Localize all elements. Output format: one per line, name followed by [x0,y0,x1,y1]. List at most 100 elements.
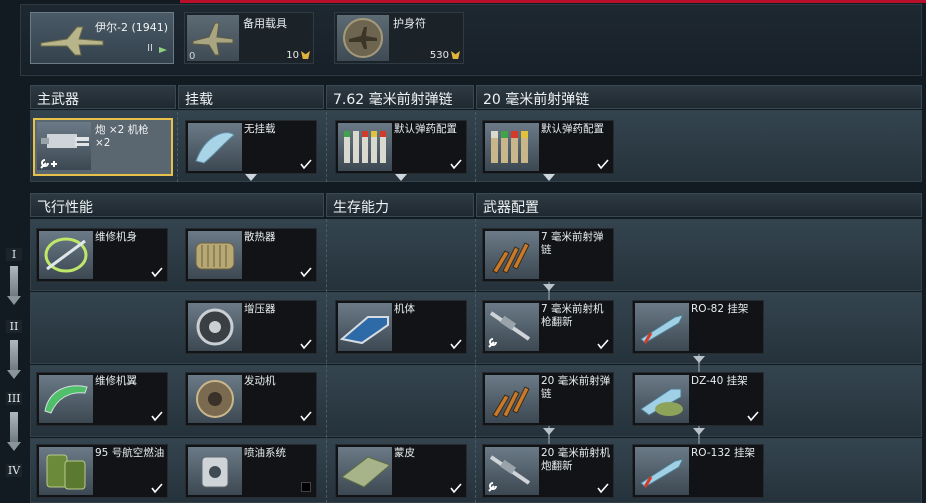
golden-eagle-icon [451,51,460,59]
check-icon [300,339,312,350]
column-divider [177,112,178,182]
wrench-icon [488,338,497,348]
module-injection-system[interactable]: 喷油系统 [185,444,317,498]
spare-vehicle-item[interactable]: 备用载具 0 10 [184,12,314,64]
module-20mm-cannon-upgrade[interactable]: 20 毫米前射机炮翻新 [482,444,614,498]
tier-label-1: I [6,248,22,261]
injector-icon [188,447,242,495]
module-label: 发动机 [244,375,276,387]
tier-arrow-icon [7,296,21,305]
column-divider [326,112,327,182]
check-icon [747,411,759,422]
talisman-item[interactable]: 护身符 530 [334,12,464,64]
airframe-icon [338,303,392,351]
module-20mm-belt[interactable]: 20 毫米前射弹链 [482,372,614,426]
belt-762-slot[interactable]: 默认弹药配置 [335,120,467,174]
connector-arrow-icon [693,428,705,435]
check-icon [450,159,462,170]
tier-arrow-icon [7,370,21,379]
tier-row-2 [30,292,922,364]
primary-weapon-slot[interactable]: 炮 ×2 机枪 ×2 [33,118,173,176]
tier-progress-bar [10,266,18,296]
module-ro132-mount[interactable]: RO-132 挂架 [632,444,764,498]
check-icon [300,411,312,422]
tier-label-3: III [6,392,22,405]
module-label: 20 毫米前射机炮翻新 [541,447,611,472]
spare-vehicle-cost: 10 [286,50,299,61]
check-icon [151,411,163,422]
belt-20mm-label: 默认弹药配置 [541,123,604,135]
secondary-slot[interactable]: 无挂载 [185,120,317,174]
dropdown-arrow-icon[interactable] [395,174,407,181]
spare-vehicle-label: 备用载具 [243,17,287,30]
module-label: 7 毫米前射机枪翻新 [541,303,604,328]
column-divider [475,219,476,503]
spare-vehicle-count: 0 [189,51,196,62]
check-icon [300,159,312,170]
compressor-icon [188,303,242,351]
module-skin[interactable]: 蒙皮 [335,444,467,498]
header-20mm-belt: 20 毫米前射弹链 [476,85,922,109]
module-label: 20 毫米前射弹链 [541,375,611,400]
check-icon [151,267,163,278]
header-flight-performance: 飞行性能 [30,193,324,217]
skin-panel-icon [338,447,392,495]
header-primary-weapon: 主武器 [30,85,176,109]
module-label: DZ-40 挂架 [691,375,748,387]
vehicle-rank: II [147,43,153,54]
module-label: RO-82 挂架 [691,303,749,315]
module-compressor[interactable]: 增压器 [185,300,317,354]
module-label: 喷油系统 [244,447,286,459]
module-7mm-belt[interactable]: 7 毫米前射弹链 [482,228,614,282]
ammo-belt-icon [338,123,392,171]
module-wing-repair[interactable]: 维修机翼 [36,372,168,426]
module-airframe[interactable]: 机体 [335,300,467,354]
module-95-octane-fuel[interactable]: 95 号航空燃油 [36,444,168,498]
talisman-label: 护身符 [393,17,426,30]
module-label: 蒙皮 [394,447,415,459]
bomb-rack-icon [635,375,689,423]
tier-progress-bar [10,340,18,370]
header-weaponry: 武器配置 [476,193,922,217]
module-ro82-mount[interactable]: RO-82 挂架 [632,300,764,354]
module-label: RO-132 挂架 [691,447,756,459]
bullets-icon [485,231,539,279]
connector-arrow-icon [543,284,555,291]
module-label: 机体 [394,303,415,315]
check-icon [151,483,163,494]
talisman-cost: 530 [429,50,449,61]
rocket-icon [635,303,689,351]
connector-arrow-icon [693,356,705,363]
fuselage-repair-icon [39,231,93,279]
header-762-belt: 7.62 毫米前射弹链 [326,85,474,109]
top-accent-line [180,0,926,3]
check-icon [450,483,462,494]
module-engine[interactable]: 发动机 [185,372,317,426]
primary-weapon-label: 炮 ×2 机枪 ×2 [95,124,149,149]
header-survivability: 生存能力 [326,193,474,217]
module-fuselage-repair[interactable]: 维修机身 [36,228,168,282]
module-label: 散热器 [244,231,276,243]
rocket-icon [635,447,689,495]
module-radiator[interactable]: 散热器 [185,228,317,282]
check-icon [597,159,609,170]
ammo-belt-icon [485,123,539,171]
secondary-label: 无挂载 [244,123,276,135]
belt-762-label: 默认弹药配置 [394,123,457,135]
tier-progress-bar [10,412,18,442]
dropdown-arrow-icon[interactable] [245,174,257,181]
check-icon [597,339,609,350]
belt-20mm-slot[interactable]: 默认弹药配置 [482,120,614,174]
check-icon [597,483,609,494]
vehicle-card[interactable]: 伊尔-2 (1941) II [30,12,174,64]
module-label: 增压器 [244,303,276,315]
fuel-barrel-icon [39,447,93,495]
dropdown-arrow-icon[interactable] [543,174,555,181]
wing-icon [188,123,242,171]
wing-repair-icon [39,375,93,423]
module-7mm-gun-upgrade[interactable]: 7 毫米前射机枪翻新 [482,300,614,354]
module-dz40-mount[interactable]: DZ-40 挂架 [632,372,764,426]
golden-eagle-icon [301,51,310,59]
column-divider [326,219,327,503]
vehicle-name: 伊尔-2 (1941) [95,21,169,34]
